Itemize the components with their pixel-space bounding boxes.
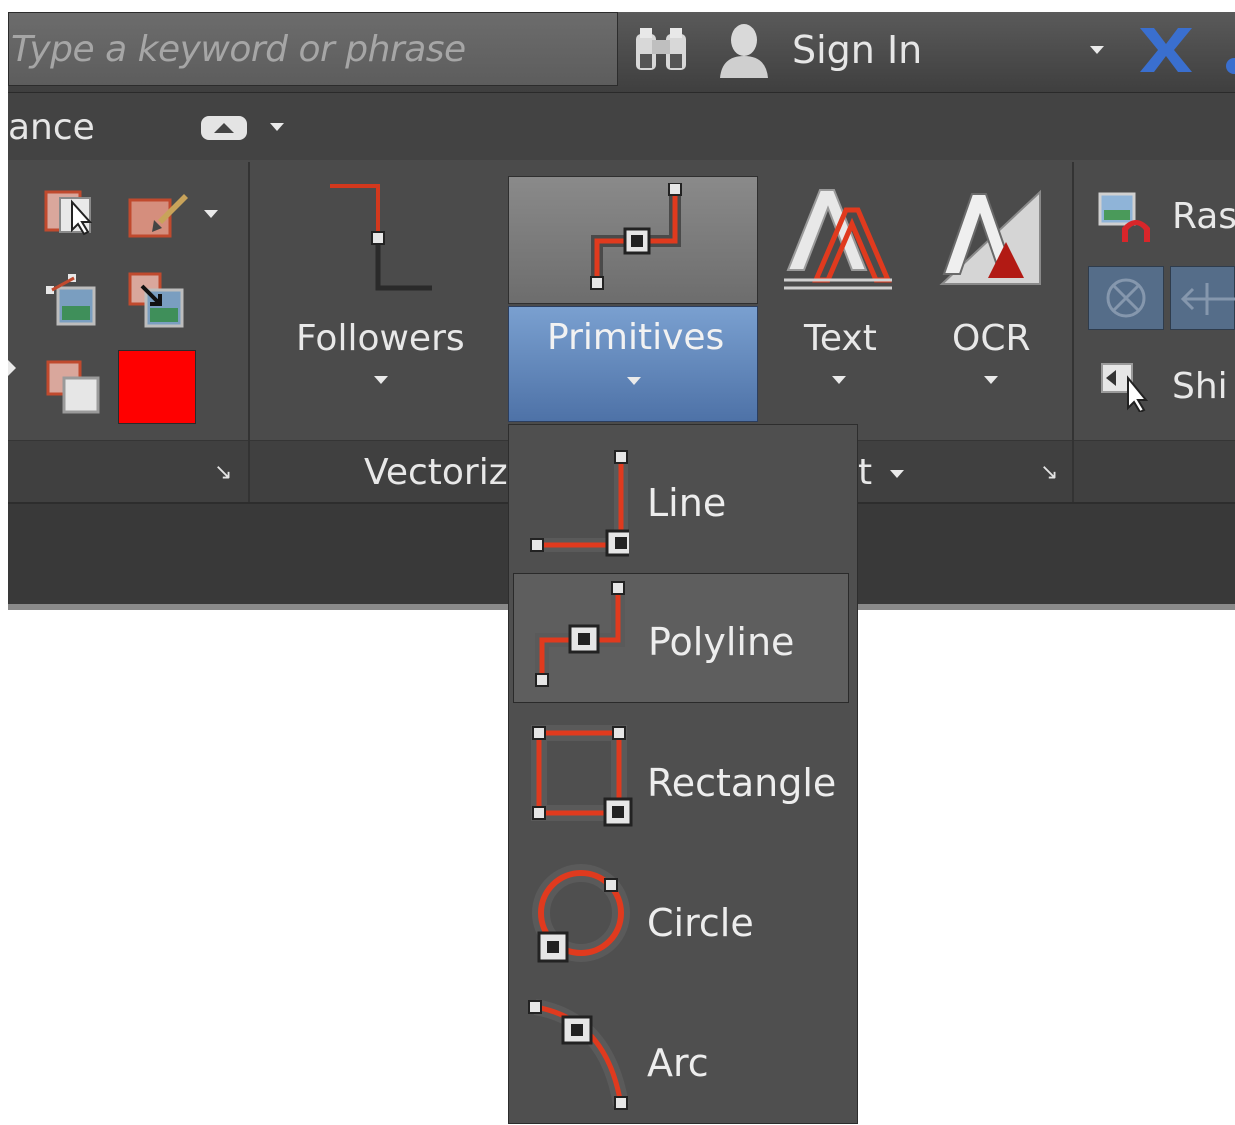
primitives-label: Primitives [547, 317, 725, 358]
menu-item-circle[interactable]: Circle [513, 855, 849, 985]
primitives-menu: Line Polyline Rectangle Circle Arc [508, 424, 858, 1124]
panel-divider [248, 162, 250, 502]
sign-in-label[interactable]: Sign In [792, 28, 922, 72]
ribbon-options-caret[interactable] [270, 123, 284, 131]
line-icon [530, 450, 629, 557]
dimension-arrow-icon [1180, 283, 1235, 315]
raster-snap-icon[interactable] [1098, 192, 1156, 244]
ribbon-tab-partial[interactable]: ance [8, 107, 95, 148]
ocr-label[interactable]: OCR [952, 318, 1031, 359]
arc-icon [528, 999, 629, 1110]
exchange-x-icon[interactable] [1136, 24, 1194, 76]
rectangle-icon [531, 725, 633, 827]
help-icon-partial[interactable] [1222, 32, 1235, 76]
cancel-circle-icon [1106, 278, 1146, 318]
user-icon[interactable] [714, 20, 774, 80]
brush-dropdown-caret[interactable] [204, 210, 218, 218]
search-box[interactable]: Type a keyword or phrase [8, 12, 618, 86]
top-bar: Type a keyword or phrase Sign In [8, 12, 1235, 92]
menu-item-rectangle[interactable]: Rectangle [513, 715, 849, 845]
menu-item-label: Arc [647, 1041, 709, 1085]
menu-item-label: Line [647, 481, 727, 525]
followers-icon[interactable] [326, 182, 436, 294]
menu-item-arc[interactable]: Arc [513, 995, 849, 1125]
move-image-icon[interactable] [44, 272, 102, 330]
color-swatch[interactable] [118, 350, 196, 424]
menu-item-line[interactable]: Line [513, 435, 849, 565]
primitives-dropdown-caret [627, 377, 641, 385]
text-icon[interactable] [782, 184, 894, 294]
panel-launcher-icon[interactable]: ↘ [1040, 460, 1058, 485]
polyline-icon [590, 183, 682, 290]
text-label[interactable]: Text [804, 318, 877, 359]
vectorize-panel-title: Vectoriz [364, 452, 508, 493]
minimize-ribbon-icon[interactable] [200, 115, 248, 141]
left-panel-expand-arrow[interactable] [8, 360, 16, 376]
menu-item-polyline[interactable]: Polyline [513, 573, 849, 703]
layer-image-icon[interactable] [46, 360, 102, 416]
search-input[interactable]: Type a keyword or phrase [11, 29, 466, 70]
polyline-icon [535, 581, 625, 687]
panel-divider [1072, 162, 1074, 502]
cancel-tool-button[interactable] [1088, 266, 1164, 330]
circle-icon [532, 864, 630, 963]
ribbon-tab-row: ance [8, 92, 1235, 162]
ocr-dropdown-caret[interactable] [984, 376, 998, 384]
shift-label[interactable]: Shi [1172, 366, 1235, 407]
insert-image-icon[interactable] [128, 272, 186, 330]
text-dropdown-caret[interactable] [832, 376, 846, 384]
raster-label[interactable]: Ras [1172, 196, 1235, 237]
followers-label[interactable]: Followers [296, 318, 465, 359]
text-panel-dropdown-caret[interactable] [890, 470, 904, 478]
panel-launcher-icon[interactable]: ↘ [214, 460, 232, 485]
menu-item-label: Circle [647, 901, 754, 945]
menu-item-label: Polyline [648, 620, 795, 664]
primitives-dropdown-button[interactable]: Primitives [508, 306, 758, 422]
followers-dropdown-caret[interactable] [374, 376, 388, 384]
brush-image-icon[interactable] [128, 190, 190, 240]
primitives-button[interactable] [508, 176, 758, 304]
menu-item-label: Rectangle [647, 761, 837, 805]
select-image-icon[interactable] [44, 188, 102, 240]
shift-image-icon[interactable] [1100, 362, 1152, 412]
binoculars-icon[interactable] [632, 26, 690, 74]
ocr-icon[interactable] [936, 186, 1044, 292]
text-panel-title[interactable]: t [858, 452, 872, 493]
dimension-tool-button[interactable] [1170, 266, 1235, 330]
sign-in-dropdown-caret[interactable] [1090, 46, 1104, 54]
